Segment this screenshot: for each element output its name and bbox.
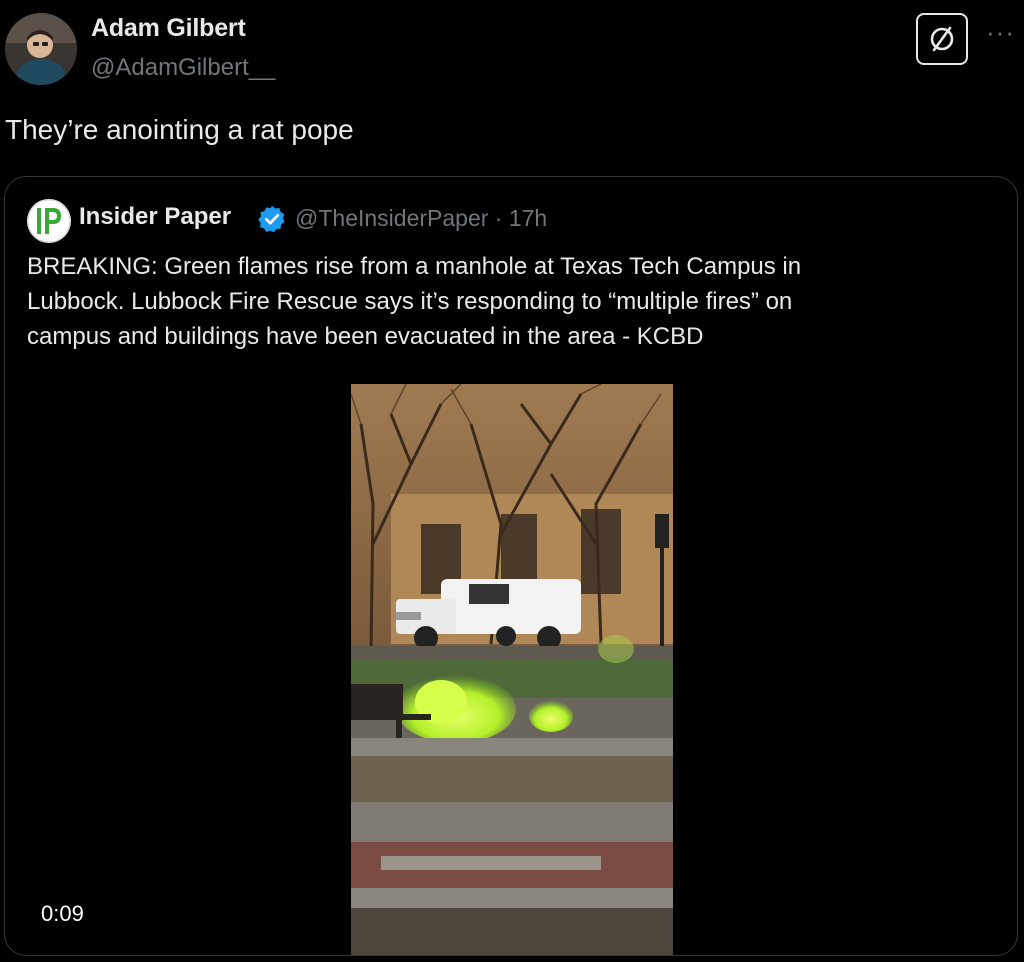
avatar-image [5, 13, 77, 85]
quote-timestamp: 17h [508, 205, 548, 231]
grok-button[interactable] [916, 13, 968, 65]
quote-text-line: campus and buildings have been evacuated… [27, 323, 704, 350]
quote-author-name[interactable]: Insider Paper [79, 203, 231, 231]
video-frame [351, 384, 673, 955]
slashed-circle-icon [930, 26, 954, 52]
quote-avatar[interactable] [27, 199, 71, 243]
author-name[interactable]: Adam Gilbert [91, 14, 246, 43]
verified-badge-icon [258, 205, 285, 233]
quote-author-handle: @TheInsiderPaper [295, 205, 489, 231]
quote-text-line: BREAKING: Green flames rise from a manho… [27, 253, 802, 280]
more-button[interactable]: ··· [986, 19, 1015, 45]
tweet-text: They’re anointing a rat pope [5, 114, 354, 145]
video-duration: 0:09 [41, 901, 84, 926]
more-dots-icon: ··· [986, 17, 1015, 47]
avatar[interactable] [5, 13, 77, 85]
author-handle[interactable]: @AdamGilbert__ [91, 54, 275, 82]
quote-author-meta[interactable]: @TheInsiderPaper · 17h [295, 205, 547, 232]
quote-tweet-card[interactable]: Insider Paper @TheInsiderPaper · 17h BRE… [4, 176, 1018, 956]
separator-dot: · [494, 205, 509, 231]
quote-text-line: Lubbock. Lubbock Fire Rescue says it’s r… [27, 288, 793, 315]
video-thumbnail[interactable] [351, 384, 673, 955]
insider-paper-logo [27, 199, 71, 243]
quote-text: BREAKING: Green flames rise from a manho… [27, 249, 997, 354]
